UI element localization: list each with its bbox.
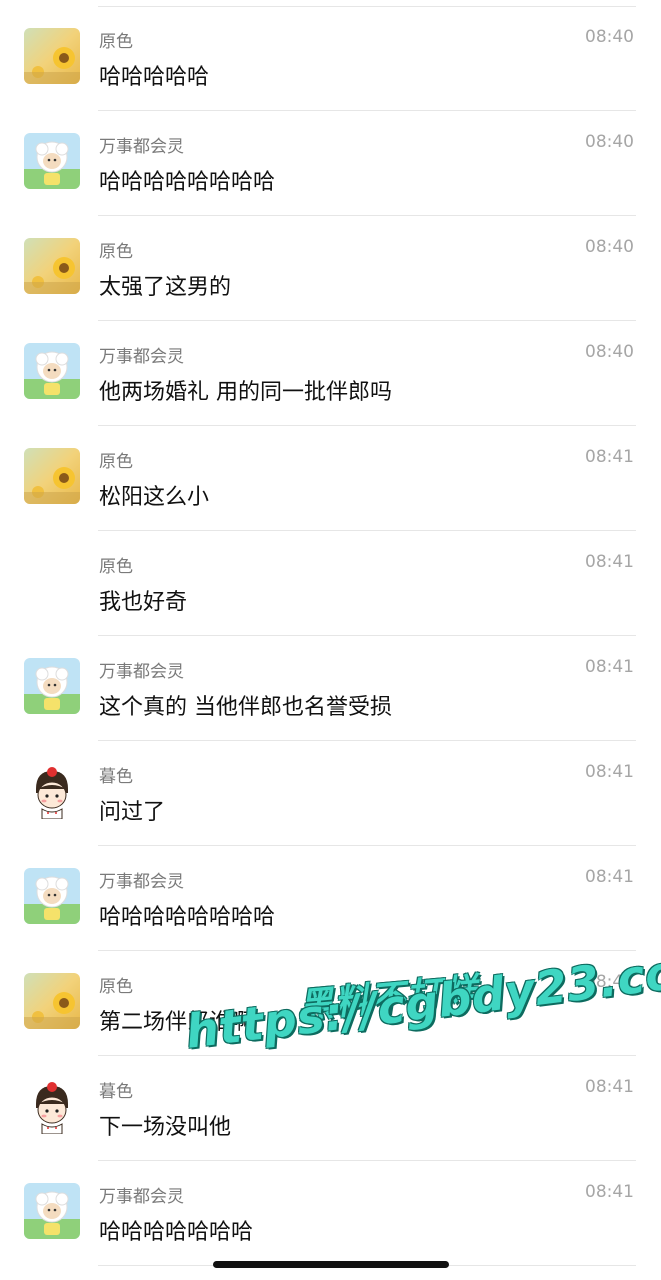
message-item[interactable]: 原色 08:40 哈哈哈哈哈 [0,6,661,111]
message-item[interactable]: 万事都会灵 08:41 这个真的 当他伴郎也名誉受损 [0,636,661,741]
girl-avatar[interactable] [24,763,80,819]
message-text: 他两场婚礼 用的同一批伴郎吗 [99,380,392,405]
message-item[interactable]: 暮色 08:41 下一场没叫他 [0,1056,661,1161]
message-text: 松阳这么小 [99,485,210,510]
message-time: 08:41 [585,657,634,677]
message-time: 08:41 [585,1077,634,1097]
message-text: 这个真的 当他伴郎也名誉受损 [99,695,392,720]
sunflower-avatar[interactable] [24,448,80,504]
message-item[interactable]: 万事都会灵 08:41 哈哈哈哈哈哈哈 [0,1161,661,1266]
sender-name: 万事都会灵 [99,347,184,367]
sunflower-avatar[interactable] [24,973,80,1029]
sender-name: 原色 [99,977,133,997]
message-text: 哈哈哈哈哈 [99,65,210,90]
message-time: 08:41 [585,972,634,992]
message-time: 08:41 [585,1182,634,1202]
message-time: 08:41 [585,447,634,467]
sender-name: 原色 [99,32,133,52]
sender-name: 万事都会灵 [99,872,184,892]
girl-avatar[interactable] [24,1078,80,1134]
message-time: 08:40 [585,132,634,152]
home-indicator[interactable] [213,1261,449,1268]
sheep-avatar[interactable] [24,133,80,189]
message-item[interactable]: 原色 08:40 太强了这男的 [0,216,661,321]
sender-name: 原色 [99,557,133,577]
sunflower-avatar[interactable] [24,238,80,294]
message-time: 08:41 [585,552,634,572]
message-item[interactable]: 暮色 08:41 问过了 [0,741,661,846]
message-time: 08:41 [585,762,634,782]
message-time: 08:40 [585,27,634,47]
message-time: 08:41 [585,867,634,887]
sender-name: 暮色 [99,767,133,787]
sender-name: 原色 [99,242,133,262]
message-item[interactable]: 原色 08:41 松阳这么小 [0,426,661,531]
message-text: 第二场伴郎谁啊 [99,1010,254,1035]
sheep-avatar[interactable] [24,658,80,714]
sender-name: 原色 [99,452,133,472]
message-time: 08:40 [585,342,634,362]
message-text: 下一场没叫他 [99,1115,232,1140]
message-item[interactable]: 万事都会灵 08:40 他两场婚礼 用的同一批伴郎吗 [0,321,661,426]
message-item[interactable]: 原色 08:41 我也好奇 [0,531,661,636]
message-item[interactable]: 万事都会灵 08:41 哈哈哈哈哈哈哈哈 [0,846,661,951]
sender-name: 万事都会灵 [99,662,184,682]
message-text: 问过了 [99,800,166,825]
message-text: 哈哈哈哈哈哈哈哈 [99,905,276,930]
sheep-avatar[interactable] [24,1183,80,1239]
sunflower-avatar[interactable] [24,28,80,84]
message-text: 哈哈哈哈哈哈哈 [99,1220,254,1245]
message-item[interactable]: 原色 08:41 第二场伴郎谁啊 [0,951,661,1056]
message-text: 哈哈哈哈哈哈哈哈 [99,170,276,195]
sheep-avatar[interactable] [24,343,80,399]
message-time: 08:40 [585,237,634,257]
sheep-avatar[interactable] [24,868,80,924]
message-text: 我也好奇 [99,590,188,615]
sender-name: 万事都会灵 [99,137,184,157]
message-text: 太强了这男的 [99,275,232,300]
sender-name: 万事都会灵 [99,1187,184,1207]
message-item[interactable]: 万事都会灵 08:40 哈哈哈哈哈哈哈哈 [0,111,661,216]
sender-name: 暮色 [99,1082,133,1102]
